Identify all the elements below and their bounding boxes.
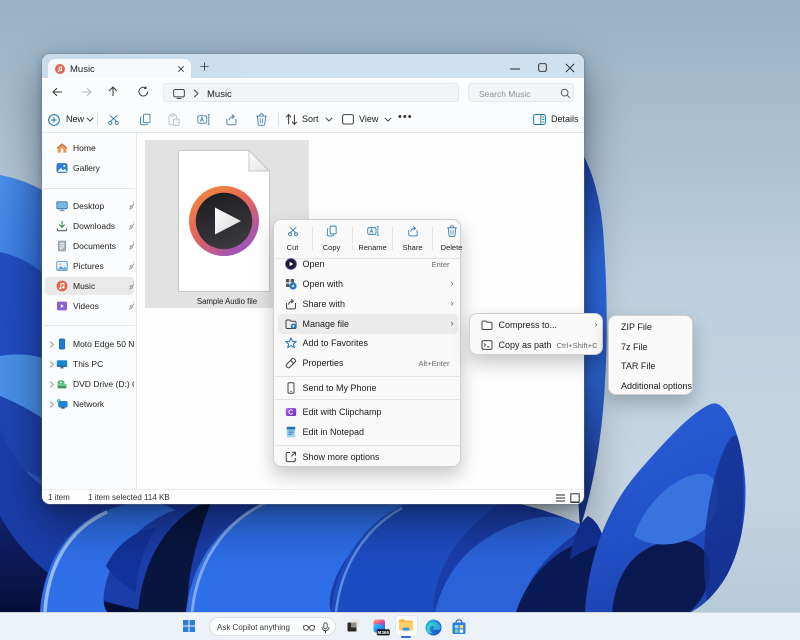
svg-text:M365: M365	[378, 630, 390, 635]
